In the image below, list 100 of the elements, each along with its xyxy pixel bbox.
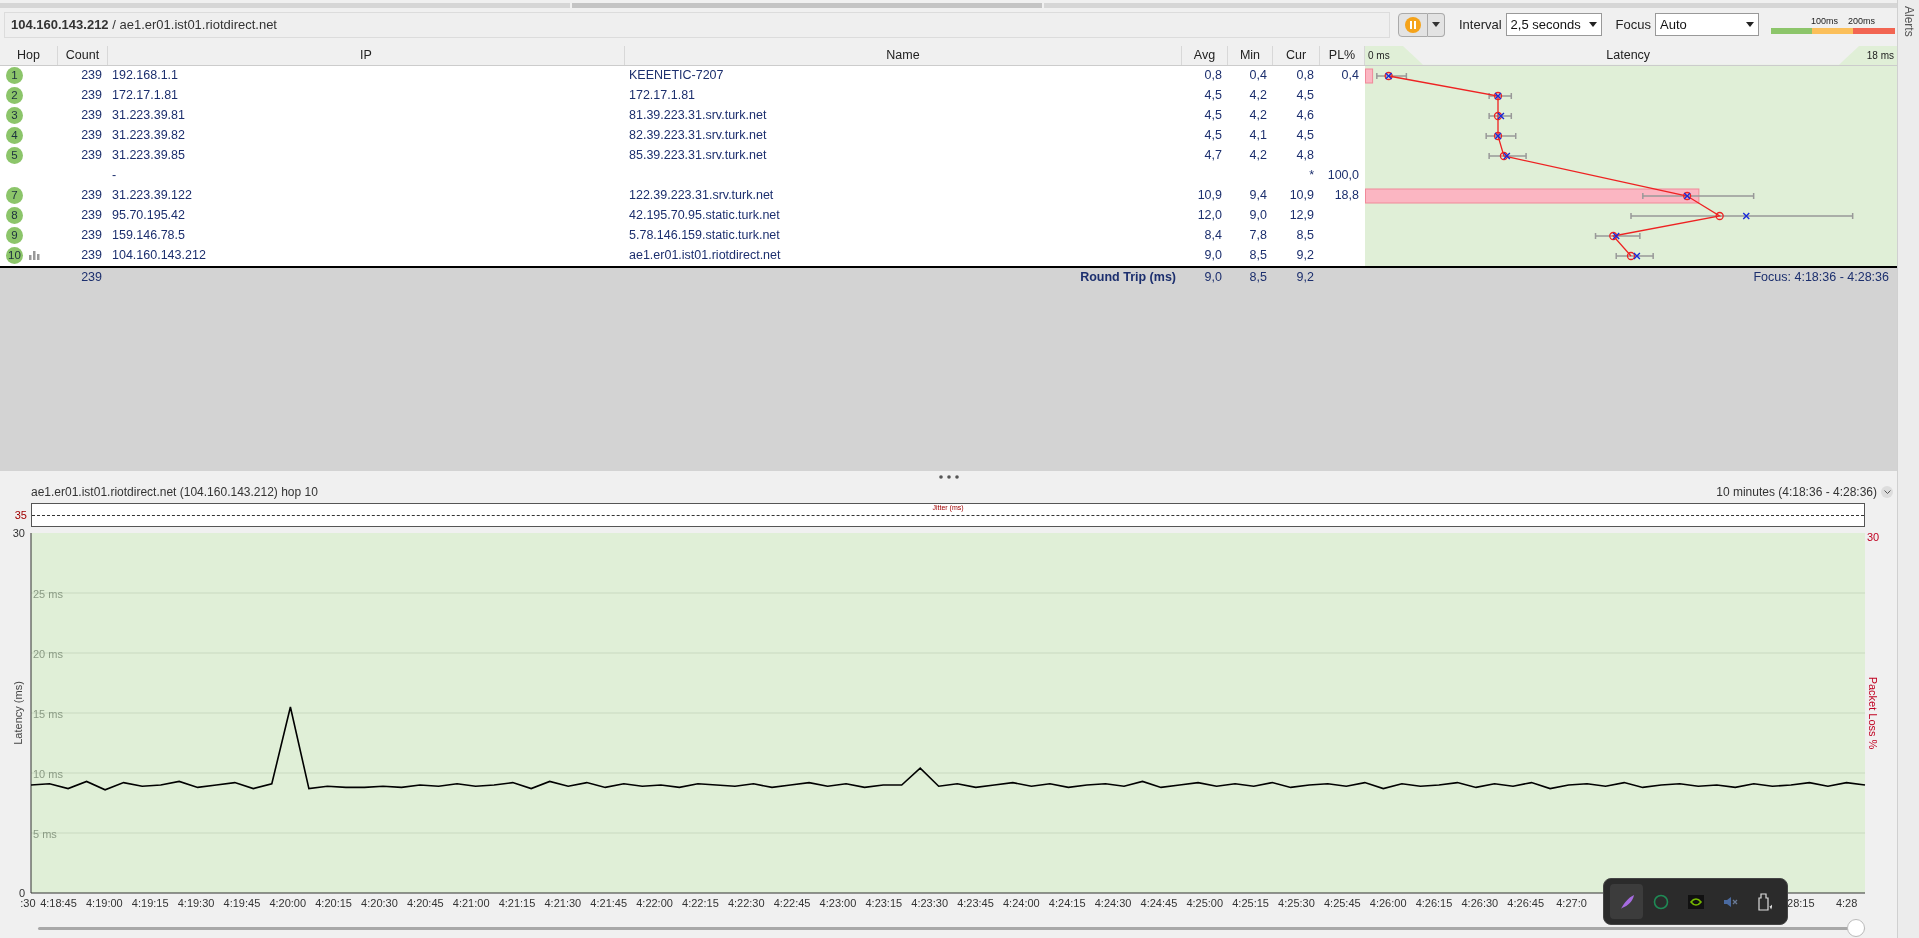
tick-label: 4:19:45 — [223, 897, 261, 910]
tick-label: 4:22:30 — [727, 897, 765, 910]
table-cell-text: 4,5 — [1204, 87, 1222, 105]
tick-label: 4:25:45 — [1323, 897, 1361, 910]
hop-badge: 5 — [6, 147, 23, 165]
table-cell-text: 18,8 — [1334, 187, 1359, 205]
column-header[interactable]: Count — [58, 45, 108, 65]
tick-label: 4:20:45 — [406, 897, 444, 910]
table-cell-text: 9,2 — [1296, 269, 1314, 287]
tick-label: 4:21:00 — [452, 897, 490, 910]
tick-label: 4:28 — [1835, 897, 1858, 910]
tick-label: 4:22:45 — [773, 897, 811, 910]
table-cell-text: 5.78.146.159.static.turk.net — [629, 227, 780, 245]
packet-loss-bar — [1365, 68, 1374, 84]
axis-label: 35 — [14, 507, 27, 523]
hop-badge: 7 — [6, 187, 23, 205]
tray-button[interactable] — [1610, 884, 1643, 919]
table-cell-text: 31.223.39.122 — [112, 187, 192, 205]
table-cell-text: 9,2 — [1296, 247, 1314, 265]
table-cell-text: 10,9 — [1197, 187, 1222, 205]
tick-label: 30 — [12, 527, 25, 540]
hop-badge: 3 — [6, 107, 23, 125]
ring-icon — [1653, 893, 1669, 910]
table-cell-text: 172.17.1.81 — [629, 87, 696, 105]
select-field[interactable]: 2,5 seconds — [1505, 13, 1602, 37]
graph-title: ae1.er01.ist01.riotdirect.net (104.160.143.212) hop 10 — [31, 484, 318, 502]
table-cell-text: 4,2 — [1249, 87, 1267, 105]
expand-button[interactable] — [1881, 486, 1893, 499]
table-cell-text: 95.70.195.42 — [112, 207, 185, 225]
tick-label: 4:26:30 — [1461, 897, 1499, 910]
table-cell-text: 239 — [81, 147, 102, 165]
tick-label: :30 — [20, 897, 36, 910]
hop-badge: 8 — [6, 207, 23, 225]
latency-marker — [1493, 111, 1505, 120]
table-cell-text: 4,5 — [1296, 87, 1314, 105]
table-cell-text: 239 — [81, 67, 102, 85]
axis-title: Packet Loss % — [1867, 676, 1879, 750]
axis-label: 30 — [1867, 531, 1880, 544]
table-cell-text: 172.17.1.81 — [112, 87, 179, 105]
axis-label: 0 ms — [1368, 48, 1390, 63]
caret-icon — [1588, 22, 1597, 28]
target-path: 104.160.143.212 / ae1.er01.ist01.riotdirect.net — [4, 11, 1390, 38]
select-field[interactable]: Auto — [1655, 13, 1759, 37]
tick-label: 20 ms — [33, 648, 63, 661]
table-cell-text: 9,0 — [1249, 207, 1267, 225]
table-cell-text: 0,4 — [1249, 67, 1267, 85]
table-cell-text: 9,4 — [1249, 187, 1267, 205]
tick-label: 0 — [18, 887, 25, 900]
table-cell-text: 8,5 — [1249, 247, 1267, 265]
tick-label: 4:19:00 — [86, 897, 123, 910]
table-cell-text: 239 — [81, 247, 102, 265]
field-label: Focus — [1615, 16, 1651, 35]
latency-marker — [1715, 211, 1750, 220]
table-cell-text: 8,5 — [1296, 227, 1314, 245]
tick-label: 4:20:15 — [315, 897, 352, 910]
table-cell-text: 9,0 — [1204, 269, 1222, 287]
tick-label: 4:18:45 — [40, 897, 77, 910]
column-header[interactable]: Min — [1228, 45, 1273, 65]
error-bar — [1615, 252, 1654, 260]
table-cell-text: 8,5 — [1249, 269, 1267, 287]
column-header[interactable]: IP — [108, 45, 625, 65]
column-header[interactable]: Latency — [1606, 45, 1651, 65]
column-header[interactable]: Hop — [0, 45, 58, 65]
tick-label: 28:15 — [1787, 897, 1815, 910]
table-cell-text: 81.39.223.31.srv.turk.net — [629, 107, 767, 125]
error-bar — [1488, 112, 1513, 120]
tick-label: 15 ms — [33, 708, 63, 721]
tick-label: 4:19:15 — [131, 897, 169, 910]
table-cell-text: 159.146.78.5 — [112, 227, 185, 245]
table-cell-text: 239 — [81, 207, 102, 225]
latency-marker — [1493, 91, 1503, 100]
table-cell-text: 12,9 — [1289, 207, 1314, 225]
table-cell-text: 4,1 — [1249, 127, 1267, 145]
error-bar — [1485, 132, 1517, 140]
column-header[interactable]: Cur — [1273, 45, 1320, 65]
latency-marker — [1384, 71, 1393, 80]
table-cell-text: 104.160.143.212 — [112, 247, 206, 265]
table-cell-text: 4,2 — [1249, 107, 1267, 125]
tick-label: 4:20:30 — [361, 897, 398, 910]
slider-thumb[interactable] — [1847, 919, 1865, 938]
tick-label: 4:22:15 — [682, 897, 719, 910]
table-cell-text: 239 — [81, 107, 102, 125]
tick-label: 4:20:00 — [269, 897, 307, 910]
tick-label: 4:25:15 — [1232, 897, 1269, 910]
latency-marker — [1683, 191, 1692, 200]
tick-label: 4:24:00 — [1003, 897, 1040, 910]
chevron-down-icon — [1883, 490, 1891, 495]
tick-label: 4:19:30 — [177, 897, 215, 910]
eye-logo-icon — [1687, 894, 1704, 909]
error-bar — [1376, 72, 1408, 80]
hop-badge: 9 — [6, 227, 23, 245]
tick-label: 4:21:15 — [498, 897, 536, 910]
column-header[interactable]: Name — [625, 45, 1182, 65]
column-header[interactable]: Avg — [1182, 45, 1228, 65]
table-cell-text: 239 — [81, 227, 102, 245]
splitter-handle-icon[interactable] — [938, 475, 959, 480]
tick-label: 4:23:30 — [911, 897, 948, 910]
error-bar — [1594, 232, 1641, 240]
table-cell-text: 4,5 — [1204, 107, 1222, 125]
tick-label: 4:22:00 — [636, 897, 673, 910]
